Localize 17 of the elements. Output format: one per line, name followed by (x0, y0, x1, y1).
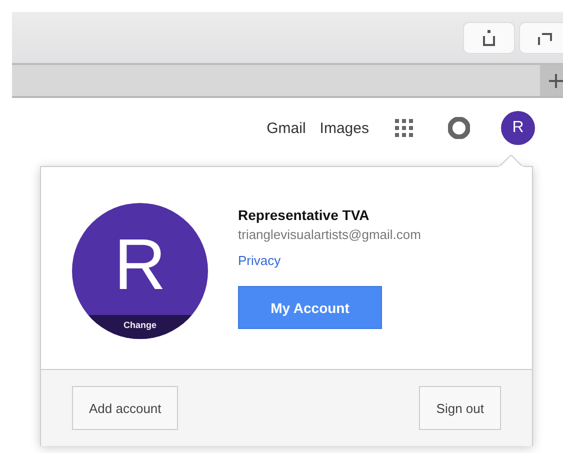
privacy-link[interactable]: Privacy (238, 253, 281, 268)
avatar-letter: R (114, 224, 166, 307)
header-link[interactable]: Gmail (266, 120, 306, 136)
plus-icon (549, 74, 563, 88)
account-email: trianglevisualartists@gmail.com (238, 227, 421, 242)
apps-grid-icon[interactable] (395, 119, 413, 137)
account-avatar[interactable]: R (501, 111, 535, 145)
tabs-button[interactable] (519, 22, 563, 54)
sign-out-button[interactable]: Sign out (419, 386, 501, 430)
account-name: Representative TVA (238, 207, 370, 223)
share-button[interactable] (463, 22, 515, 54)
header-link[interactable]: Images (320, 120, 369, 136)
share-icon (481, 28, 497, 46)
add-account-button[interactable]: Add account (72, 386, 178, 430)
notifications-icon[interactable] (448, 117, 470, 139)
new-tab-button[interactable] (540, 65, 563, 96)
profile-avatar[interactable]: R Change (72, 203, 208, 339)
